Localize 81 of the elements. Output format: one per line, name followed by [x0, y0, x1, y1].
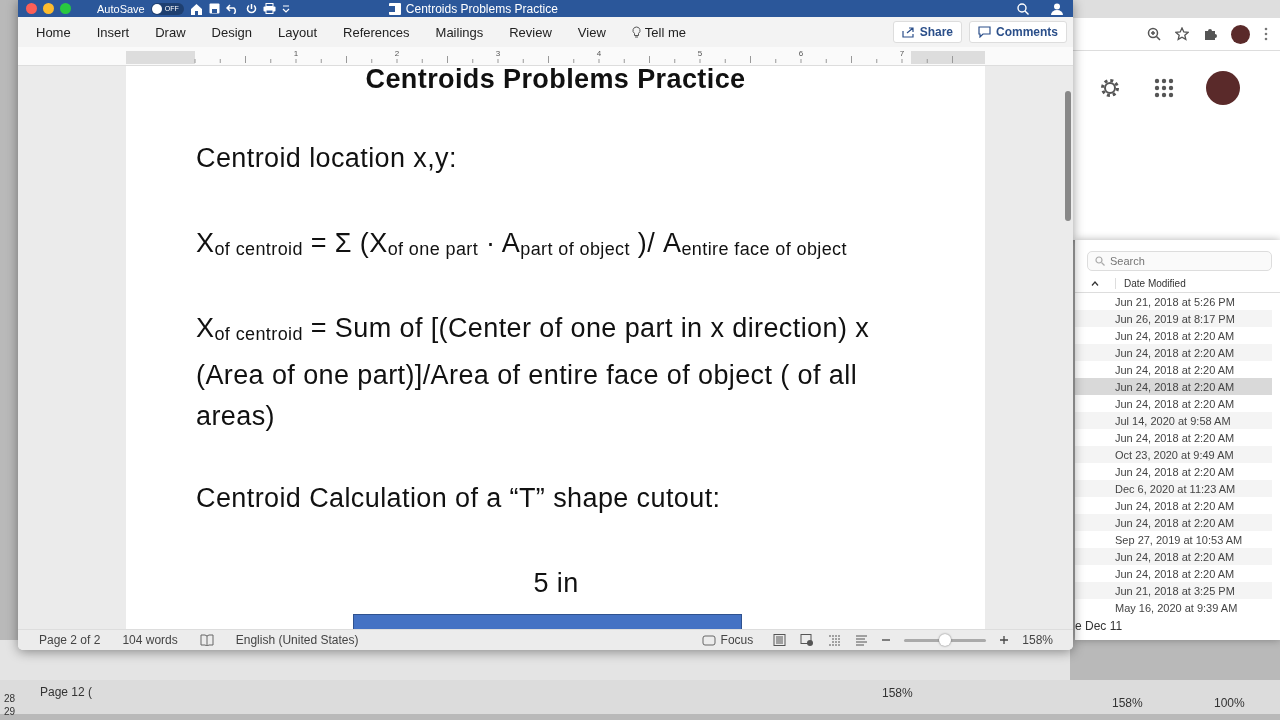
save-icon[interactable] — [208, 3, 220, 14]
zoom-percentage: 158% — [882, 686, 913, 700]
search-field[interactable]: Search — [1087, 251, 1272, 271]
ribbon-tab[interactable]: Draw — [147, 20, 194, 44]
tell-me-button[interactable]: Tell me — [623, 20, 694, 44]
comment-icon — [978, 26, 991, 38]
date-label: e Dec 11 — [1075, 618, 1124, 633]
person-icon[interactable] — [1051, 2, 1065, 15]
ribbon-tab[interactable]: Home — [28, 20, 79, 44]
paragraph-text: X$_{of centroid}$ = Sum of [(Center of one part in x direction) x (Area of one part)]/Area of entire face of object ( of all areas) — [196, 312, 871, 433]
star-icon[interactable] — [1175, 27, 1189, 41]
print-icon[interactable] — [262, 3, 276, 14]
ribbon-tab[interactable]: View — [569, 20, 614, 44]
more-icon[interactable] — [1264, 27, 1268, 41]
page-count: Page 2 of 2 — [39, 633, 101, 647]
date-cell[interactable]: Oct 23, 2020 at 9:49 AM — [1075, 446, 1272, 463]
ruler[interactable]: 1 2 3 4 5 6 7 — [18, 47, 1073, 65]
apps-grid-icon[interactable] — [1154, 78, 1174, 98]
profile-avatar[interactable] — [1231, 24, 1250, 44]
date-cell[interactable]: Jun 24, 2018 at 2:20 AM — [1075, 514, 1272, 531]
document-heading: Centroid Calculation of a “T” shape cutout: — [196, 482, 722, 515]
profile-avatar[interactable] — [1206, 71, 1240, 105]
home-icon[interactable] — [189, 2, 203, 15]
date-cell[interactable]: Jun 26, 2019 at 8:17 PM — [1075, 310, 1272, 327]
date-cell[interactable]: Sep 27, 2019 at 10:53 AM — [1075, 531, 1272, 548]
date-cell[interactable]: Jun 24, 2018 at 2:20 AM — [1075, 378, 1272, 395]
document-heading: Centroid location x,y: — [196, 142, 458, 175]
zoom-in-icon[interactable] — [1000, 636, 1009, 644]
focus-icon — [701, 634, 716, 646]
date-cell[interactable]: Jun 21, 2018 at 3:25 PM — [1075, 582, 1272, 599]
zoom-icon[interactable] — [1147, 27, 1161, 41]
autosave-label: AutoSave — [97, 2, 145, 15]
date-cell[interactable]: Dec 6, 2020 at 11:23 AM — [1075, 480, 1272, 497]
share-icon — [901, 26, 915, 38]
date-cell[interactable]: Jun 24, 2018 at 2:20 AM — [1075, 429, 1272, 446]
window-title: Centroids Problems Practice — [405, 1, 558, 16]
date-cell[interactable]: Jun 24, 2018 at 2:20 AM — [1075, 463, 1272, 480]
date-cell[interactable]: Jun 21, 2018 at 5:26 PM — [1075, 293, 1272, 310]
puzzle-icon[interactable] — [1203, 27, 1217, 41]
minimize-button[interactable] — [43, 3, 54, 14]
ribbon-tab[interactable]: References — [335, 20, 418, 44]
sort-caret-icon[interactable] — [1091, 281, 1099, 286]
zoom-percentage: 158% — [1022, 633, 1053, 647]
zoom-out-icon[interactable] — [882, 636, 891, 644]
focus-button[interactable]: Focus — [695, 632, 760, 648]
date-cell[interactable]: Jun 24, 2018 at 2:20 AM — [1075, 395, 1272, 412]
date-cell[interactable]: Jun 24, 2018 at 2:20 AM — [1075, 548, 1272, 565]
column-header[interactable]: Date Modified — [1115, 278, 1186, 289]
page-indicator: Page 12 ( — [40, 685, 93, 699]
scrollbar[interactable] — [1065, 91, 1071, 221]
word-count: 104 words — [122, 633, 178, 647]
ribbon-tab[interactable]: Layout — [270, 20, 326, 44]
date-cell[interactable]: Jun 24, 2018 at 2:20 AM — [1075, 344, 1272, 361]
ribbon-tab[interactable]: Mailings — [427, 20, 492, 44]
customize-icon[interactable] — [281, 4, 290, 13]
ribbon-tab[interactable]: Review — [501, 20, 560, 44]
date-cell[interactable]: Jun 24, 2018 at 2:20 AM — [1075, 497, 1272, 514]
formula-text: X$_{of centroid}$ = Σ (X$_{of one part}$ · A$_{part of object}$ )/ A$_{entire face of object}$ — [196, 227, 848, 261]
line-number: 29 — [4, 706, 16, 717]
web-layout-icon[interactable] — [800, 634, 815, 646]
ribbon-tab[interactable]: Insert — [88, 20, 138, 44]
ribbon-tab[interactable]: Design — [203, 20, 260, 44]
date-cell[interactable]: Jul 14, 2020 at 9:58 AM — [1075, 412, 1272, 429]
search-icon[interactable] — [1017, 2, 1029, 15]
document-title: Centroids Problems Practice — [365, 66, 746, 94]
maximize-button[interactable] — [60, 3, 71, 14]
zoom-percentage: 158% — [1112, 696, 1143, 710]
dimension-label: 5 in — [533, 568, 579, 598]
line-number: 28 — [4, 693, 16, 704]
print-layout-icon[interactable] — [773, 634, 787, 646]
zoom-percentage: 100% — [1214, 696, 1245, 710]
lightbulb-icon — [631, 25, 641, 39]
language-label[interactable]: English (United States) — [235, 633, 359, 647]
date-cell[interactable]: Jun 24, 2018 at 2:20 AM — [1075, 565, 1272, 582]
share-button[interactable]: Share — [892, 21, 962, 43]
comments-button[interactable]: Comments — [969, 21, 1067, 43]
date-cell[interactable]: May 16, 2020 at 9:39 AM — [1075, 599, 1272, 616]
date-cell[interactable]: Jun 24, 2018 at 2:20 AM — [1075, 327, 1272, 344]
settings-icon[interactable] — [1098, 76, 1122, 100]
proofing-icon[interactable] — [199, 634, 214, 646]
date-cell[interactable]: Jun 24, 2018 at 2:20 AM — [1075, 361, 1272, 378]
